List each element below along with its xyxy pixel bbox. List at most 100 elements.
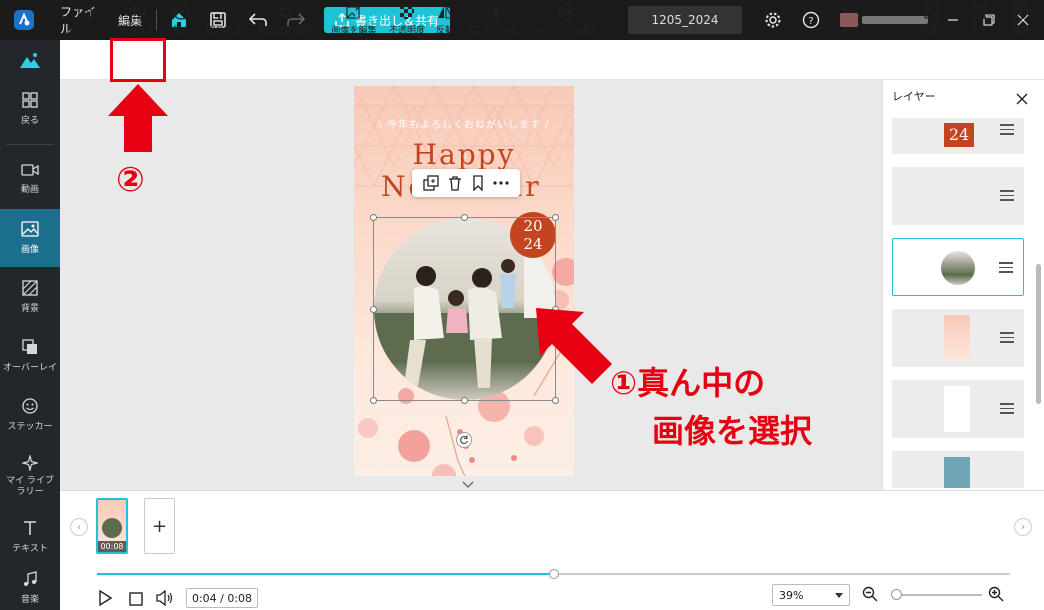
sidebar-item-label: 動画 [20, 185, 39, 195]
timeline-prev-button[interactable]: ‹ [70, 518, 88, 536]
poster-happy-text: Happy [412, 138, 516, 171]
selection-box[interactable] [373, 217, 556, 401]
rotate-handle[interactable] [456, 432, 472, 448]
opacity-button[interactable]: 不透明度 [386, 0, 428, 40]
time-display: 0:04 / 0:08 [186, 588, 258, 608]
layer-thumb-family-photo [941, 251, 975, 285]
layer-order-button[interactable]: レイヤーの順序 [534, 0, 598, 40]
help-icon[interactable]: ? [800, 0, 822, 40]
sidebar-item-label: オーバーレイ [3, 363, 57, 373]
bookmark-icon[interactable] [472, 175, 484, 191]
layer-item[interactable] [892, 309, 1024, 367]
resize-handle-top[interactable] [461, 214, 468, 221]
sidebar-item-image[interactable]: 画像 [0, 209, 60, 267]
ai-tools-button[interactable]: AI AI ツール [64, 0, 108, 40]
sidebar-item-sticker[interactable]: ステッカー [0, 386, 60, 444]
poster-tagline: \ 今年もよろしくおねがいします / [378, 120, 550, 131]
sidebar-item-label: マイ ライブラリー [6, 475, 54, 497]
playback-progress-knob[interactable] [548, 569, 559, 579]
toolbar-label: レイヤー [961, 26, 997, 36]
flip-button[interactable]: 反転 [432, 0, 458, 40]
sticker-icon [22, 398, 38, 414]
resize-handle-left[interactable] [370, 306, 377, 313]
drag-handle-icon[interactable] [1000, 190, 1014, 204]
video-icon [21, 164, 39, 176]
background-icon [22, 280, 38, 296]
resize-handle-bottom-right[interactable] [552, 397, 559, 404]
sidebar-item-label: 戻る [20, 116, 39, 126]
sidebar-item-overlay[interactable]: オーバーレイ [0, 327, 60, 385]
settings-gear-icon[interactable] [762, 0, 784, 40]
crop-button[interactable]: 切り抜き [202, 0, 246, 40]
resize-handle-bottom-left[interactable] [370, 397, 377, 404]
delete-trash-icon[interactable] [448, 175, 462, 191]
layer-item[interactable] [892, 380, 1024, 438]
info-icon [1012, 4, 1028, 20]
info-button[interactable]: 情報 [1004, 0, 1036, 40]
library-icon [22, 454, 38, 471]
layers-panel-icon [972, 5, 986, 19]
crop-rotate-button[interactable]: 切り抜き/回転 [254, 0, 318, 40]
annotation-step-1-line2: 画像を選択 [652, 412, 813, 450]
layer-item[interactable]: 24 [892, 118, 1024, 154]
annotation-arrow-up [108, 84, 168, 152]
sidebar-divider [6, 144, 54, 145]
resize-handle-top-left[interactable] [370, 214, 377, 221]
play-icon[interactable] [98, 589, 113, 610]
layer-thumb-blue [944, 457, 970, 488]
drag-handle-icon[interactable] [1000, 124, 1014, 138]
ai-tools-icon: AI [78, 4, 93, 20]
replace-button[interactable]: 置き換え [114, 0, 160, 40]
drag-handle-icon[interactable] [999, 262, 1013, 276]
user-avatar[interactable] [840, 13, 858, 27]
annotation-highlight-box [110, 38, 166, 82]
sidebar-item-background[interactable]: 背景 [0, 268, 60, 326]
resize-handle-bottom[interactable] [461, 397, 468, 404]
layers-panel-button[interactable]: レイヤー [960, 0, 998, 40]
annotation-arrow-diagonal [536, 308, 612, 384]
animation-button[interactable]: アニメーション [465, 0, 527, 40]
grid-icon [22, 92, 38, 108]
sidebar-item-back[interactable]: 戻る [0, 80, 60, 138]
toolbar-label: 反転 [435, 26, 454, 36]
close-icon[interactable] [1016, 90, 1028, 109]
layer-item-selected[interactable] [892, 238, 1024, 296]
layer-panel-title: レイヤー [892, 90, 936, 103]
sidebar-item-music[interactable]: 音楽 [0, 566, 60, 610]
sidebar-item-label: ステッカー [7, 422, 53, 432]
zoom-slider[interactable] [890, 589, 982, 600]
music-icon [24, 571, 37, 586]
zoom-slider-knob[interactable] [890, 589, 902, 600]
playback-progress-bar[interactable] [97, 569, 1010, 579]
volume-icon[interactable] [156, 589, 174, 610]
edit-image-button[interactable]: 画像を編集 [328, 0, 380, 40]
zoom-select[interactable]: 39% [772, 584, 850, 606]
playback-progress-fill [97, 573, 554, 575]
sidebar-item-my-library[interactable]: マイ ライブラリー [0, 445, 60, 507]
sidebar-item-video[interactable]: 動画 [0, 150, 60, 208]
drag-handle-icon[interactable] [1000, 403, 1014, 417]
timeline-next-button[interactable]: › [1014, 518, 1032, 536]
toolbar-label: 不透明度 [388, 26, 425, 36]
duplicate-icon[interactable] [423, 175, 439, 191]
timeline-clip[interactable]: 00:08 [96, 498, 128, 554]
add-clip-button[interactable]: + [144, 498, 175, 554]
project-name[interactable]: 1205_2024 [628, 6, 742, 34]
layer-item[interactable] [892, 451, 1024, 488]
more-icon[interactable] [493, 181, 509, 185]
zoom-in-icon[interactable] [988, 586, 1004, 606]
chevron-down-icon[interactable] [458, 478, 478, 490]
layer-panel-scrollbar[interactable] [1036, 264, 1041, 404]
edit-image-icon [346, 4, 362, 19]
sidebar-item-label: 背景 [20, 304, 39, 314]
resize-handle-top-right[interactable] [552, 214, 559, 221]
layer-item[interactable] [892, 167, 1024, 225]
aspect-ratio-button[interactable]: 縦横比 [914, 0, 950, 40]
toolbar-label: レイヤーの順序 [534, 26, 598, 36]
sidebar-item-text[interactable]: テキスト [0, 508, 60, 566]
stop-icon[interactable] [129, 591, 143, 610]
flip-icon [438, 5, 453, 19]
duration-button[interactable]: 長さ [166, 0, 196, 40]
drag-handle-icon[interactable] [1000, 332, 1014, 346]
zoom-out-icon[interactable] [862, 586, 878, 606]
